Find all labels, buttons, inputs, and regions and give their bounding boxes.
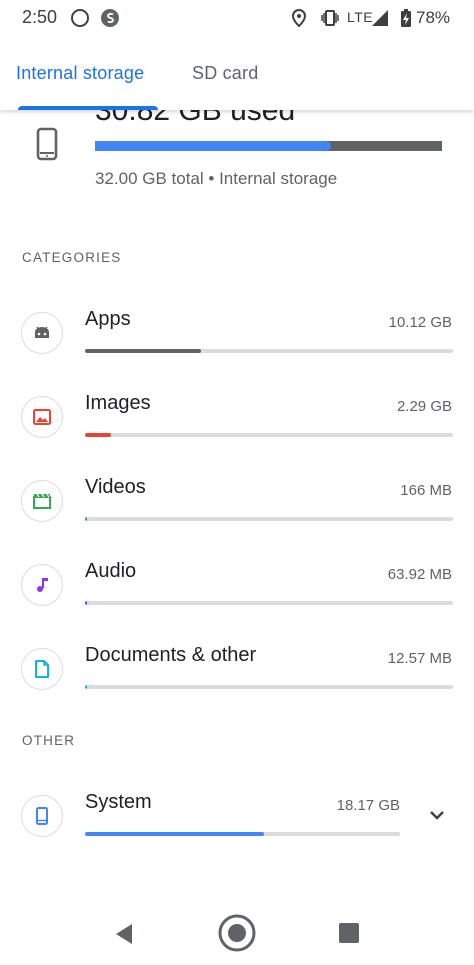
image-icon	[21, 396, 63, 438]
tab-internal-storage[interactable]: Internal storage	[16, 63, 144, 84]
category-name: System	[85, 791, 152, 813]
category-row-audio[interactable]: Audio 63.92 MB	[0, 555, 474, 635]
vibrate-icon	[320, 8, 340, 28]
document-icon	[21, 648, 63, 690]
phone-icon	[36, 127, 58, 161]
category-size: 2.29 GB	[396, 398, 452, 415]
battery-percent: 78%	[416, 8, 451, 27]
category-name: Documents & other	[85, 644, 257, 666]
category-usage-bar	[85, 832, 400, 836]
movie-icon	[21, 480, 63, 522]
categories-header: CATEGORIES	[22, 250, 122, 265]
phone-icon	[21, 795, 63, 837]
category-name: Videos	[85, 476, 146, 498]
back-icon[interactable]	[112, 922, 136, 951]
recents-icon[interactable]	[339, 923, 359, 948]
category-size: 63.92 MB	[387, 566, 452, 583]
tab-sd-card[interactable]: SD card	[192, 63, 258, 84]
category-row-videos[interactable]: Videos 166 MB	[0, 471, 474, 551]
category-usage-fill	[85, 349, 202, 353]
status-time: 2:50	[22, 7, 58, 27]
battery-charging-icon	[396, 8, 416, 28]
category-row-apps[interactable]: Apps 10.12 GB	[0, 303, 474, 383]
category-usage-bar	[85, 349, 453, 353]
tab-indicator	[18, 106, 158, 110]
storage-usage-bar	[95, 141, 442, 151]
status-bar: 2:50 LTE 78%	[0, 0, 474, 36]
storage-usage-fill	[95, 141, 331, 151]
category-size: 12.57 MB	[387, 650, 452, 667]
category-usage-fill	[85, 433, 112, 437]
category-usage-fill	[85, 517, 88, 521]
android-icon	[21, 312, 63, 354]
app-notification-icon	[100, 8, 120, 28]
signal-icon	[370, 8, 390, 28]
storage-total-label: 32.00 GB total • Internal storage	[95, 169, 338, 188]
category-usage-bar	[85, 685, 453, 689]
tab-bar: Internal storage SD card	[0, 36, 474, 110]
category-row-images[interactable]: Images 2.29 GB	[0, 387, 474, 467]
category-usage-bar	[85, 433, 453, 437]
category-usage-bar	[85, 601, 453, 605]
navigation-bar	[0, 900, 474, 965]
category-size: 18.17 GB	[336, 797, 400, 814]
chevron-down-icon[interactable]	[424, 802, 450, 828]
category-row-system[interactable]: System 18.17 GB	[0, 786, 474, 866]
category-name: Images	[85, 392, 151, 414]
category-usage-bar	[85, 517, 453, 521]
music-note-icon	[21, 564, 63, 606]
category-usage-fill	[85, 601, 88, 605]
category-size: 166 MB	[400, 482, 452, 499]
category-name: Audio	[85, 560, 137, 582]
category-row-documents[interactable]: Documents & other 12.57 MB	[0, 639, 474, 719]
category-size: 10.12 GB	[388, 314, 452, 331]
category-name: Apps	[85, 308, 131, 330]
home-icon[interactable]	[217, 913, 257, 958]
location-icon	[289, 8, 309, 28]
circle-notification-icon	[70, 8, 90, 28]
category-usage-fill	[85, 685, 88, 689]
category-usage-fill	[85, 832, 264, 836]
other-header: OTHER	[22, 733, 76, 748]
